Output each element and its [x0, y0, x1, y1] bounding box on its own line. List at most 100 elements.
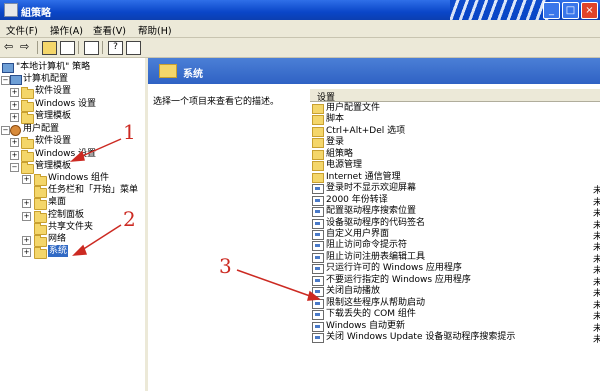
toolbar-separator: [37, 41, 38, 54]
title-bar: 組策略 _ □ ×: [0, 0, 600, 20]
tree-label: Windows 设置: [35, 99, 97, 109]
tree-label: Windows 设置: [35, 149, 97, 159]
setting-label: 阻止访问命令提示符: [326, 240, 408, 251]
tree-label: 控制面板: [48, 210, 85, 220]
setting-label: Ctrl+Alt+Del 选项: [326, 125, 406, 136]
tree-label: 管理模板: [35, 161, 72, 171]
expand-icon[interactable]: +: [22, 199, 31, 208]
forward-arrow-icon[interactable]: ⇨: [20, 41, 33, 53]
details-header-title: 系统: [183, 69, 203, 80]
up-folder-icon[interactable]: [42, 41, 57, 55]
setting-label: Windows 自动更新: [326, 320, 406, 331]
folder-icon: [312, 172, 324, 183]
details-pane: 系统 选择一个项目来查看它的描述。 设置 用户配置文件 脚本 Ctrl+Alt+De…: [148, 58, 600, 391]
menu-view[interactable]: 查看(V): [93, 23, 126, 37]
tree-label: 网络: [48, 234, 67, 244]
folder-icon: [159, 64, 177, 78]
collapse-icon[interactable]: −: [1, 126, 10, 135]
folder-icon: [34, 186, 47, 198]
folder-icon: [34, 235, 47, 247]
expand-icon[interactable]: +: [10, 151, 19, 160]
folder-icon: [312, 161, 324, 172]
folder-icon: [312, 115, 324, 126]
policy-icon: [312, 298, 324, 309]
setting-label: 关闭自动播放: [326, 286, 381, 297]
setting-label: 脚本: [326, 114, 345, 125]
expand-icon[interactable]: +: [22, 236, 31, 245]
tree-label: 用户配置: [23, 124, 60, 134]
setting-label: 2000 年份转译: [326, 194, 388, 205]
setting-label: 自定义用户界面: [326, 228, 390, 239]
policy-icon: [312, 229, 324, 240]
expand-icon[interactable]: +: [22, 212, 31, 221]
tree-label: 管理模板: [35, 111, 72, 121]
toolbar: ⇦ ⇨ ?: [0, 38, 600, 58]
setting-label: 用户配置文件: [326, 103, 381, 113]
tree-label: 共享文件夹: [48, 222, 94, 232]
folder-icon: [34, 223, 47, 235]
expand-icon[interactable]: +: [10, 138, 19, 147]
export-list-icon[interactable]: [84, 41, 99, 55]
expand-icon[interactable]: +: [10, 101, 19, 110]
menu-bar: 文件(F) 操作(A) 查看(V) 帮助(H): [0, 20, 600, 38]
maximize-button[interactable]: □: [562, 2, 579, 19]
description-text: 选择一个项目来查看它的描述。: [153, 97, 280, 107]
policy-icon: [2, 63, 14, 73]
expand-icon[interactable]: +: [10, 113, 19, 122]
policy-icon: [312, 310, 324, 321]
window-title: 組策略: [21, 8, 51, 19]
policy-icon: [312, 184, 324, 195]
collapse-icon[interactable]: −: [10, 163, 19, 172]
setting-label: 不要运行指定的 Windows 应用程序: [326, 274, 471, 285]
expand-icon[interactable]: +: [22, 175, 31, 184]
minimize-button[interactable]: _: [543, 2, 560, 19]
collapse-icon[interactable]: −: [1, 76, 10, 85]
setting-state: 未: [593, 335, 600, 345]
folder-icon: [21, 137, 34, 149]
menu-file[interactable]: 文件(F): [6, 23, 38, 37]
setting-label: 电源管理: [326, 160, 363, 171]
close-button[interactable]: ×: [581, 2, 598, 19]
tree-label-selected: 系统: [48, 245, 69, 257]
tree-label: 软件设置: [35, 136, 72, 146]
column-header-settings[interactable]: 设置: [310, 89, 600, 103]
folder-icon: [21, 87, 34, 99]
details-header: 系统: [148, 58, 600, 84]
folder-icon: [21, 100, 34, 112]
policy-icon: [312, 287, 324, 298]
expand-icon[interactable]: +: [22, 248, 31, 257]
show-tree-icon[interactable]: [60, 41, 75, 55]
tree-label: 计算机配置: [23, 74, 69, 84]
annotation-number-3: 3: [219, 254, 232, 278]
policy-icon: [312, 321, 324, 332]
user-icon: [10, 125, 21, 136]
setting-label: 限制这些程序从帮助启动: [326, 297, 426, 308]
setting-label: 关闭 Windows Update 设备驱动程序搜索提示: [326, 332, 516, 342]
menu-action[interactable]: 操作(A): [50, 23, 83, 37]
properties-icon[interactable]: [126, 41, 141, 55]
toolbar-separator: [102, 41, 103, 54]
tree-label: 软件设置: [35, 86, 72, 96]
expand-icon[interactable]: +: [10, 88, 19, 97]
setting-label: 登录时不显示欢迎屏幕: [326, 183, 417, 194]
policy-icon: [312, 207, 324, 218]
column-header-label: 设置: [317, 93, 336, 103]
folder-icon: [34, 174, 47, 186]
back-arrow-icon[interactable]: ⇦: [4, 41, 17, 53]
setting-label: 組策略: [326, 148, 354, 159]
policy-icon: [312, 252, 324, 263]
tree-label: 桌面: [48, 197, 67, 207]
folder-icon: [21, 162, 34, 174]
folder-icon: [34, 247, 47, 259]
menu-help[interactable]: 帮助(H): [138, 23, 172, 37]
tree-label: "本地计算机" 策略: [16, 62, 91, 72]
help-icon[interactable]: ?: [108, 41, 123, 55]
annotation-number-2: 2: [123, 207, 136, 231]
setting-label: 设备驱动程序的代码签名: [326, 217, 426, 228]
policy-icon: [312, 241, 324, 252]
folder-icon: [312, 126, 324, 137]
setting-label: 登录: [326, 137, 345, 148]
setting-label: 下载丢失的 COM 组件: [326, 309, 416, 320]
folder-icon: [34, 211, 47, 223]
folder-icon: [312, 138, 324, 149]
